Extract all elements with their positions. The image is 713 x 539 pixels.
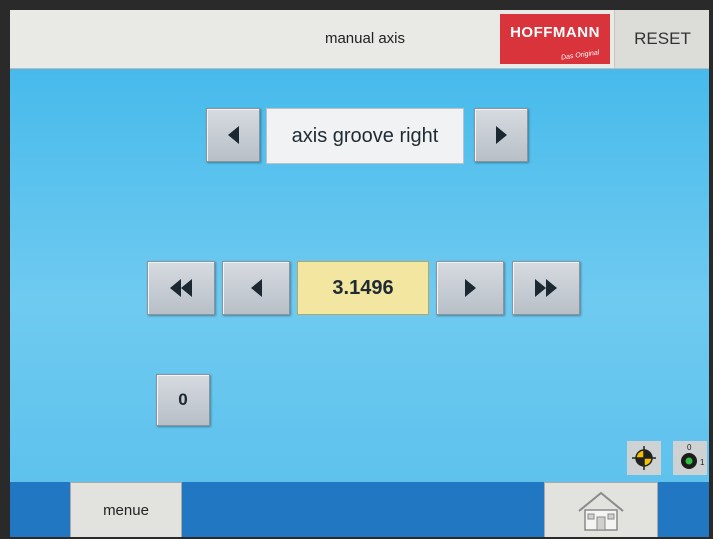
right-triangle-icon — [495, 126, 507, 144]
reset-button[interactable]: RESET — [614, 10, 709, 68]
machine-screen: manual axis HOFFMANN Das Original RESET … — [10, 10, 709, 537]
logo-tagline: Das Original — [561, 49, 601, 62]
reference-target-icon[interactable] — [627, 441, 661, 475]
left-triangle-icon — [250, 279, 262, 297]
page-title: manual axis — [324, 30, 406, 47]
jog-fast-forward-button[interactable] — [512, 261, 580, 315]
logo-name: HOFFMANN — [510, 24, 600, 41]
double-left-triangle-icon — [170, 279, 192, 297]
hoffmann-logo: HOFFMANN Das Original — [500, 14, 610, 64]
right-triangle-icon — [464, 279, 476, 297]
zero-button[interactable]: 0 — [156, 374, 210, 426]
jog-fast-back-button[interactable] — [147, 261, 215, 315]
tool-indicator-icon[interactable]: 0 1 — [673, 441, 707, 475]
double-right-triangle-icon — [535, 279, 557, 297]
tool-label-top: 0 — [687, 443, 692, 452]
axis-prev-button[interactable] — [206, 108, 260, 162]
house-icon — [578, 491, 624, 531]
jog-back-button[interactable] — [222, 261, 290, 315]
axis-next-button[interactable] — [474, 108, 528, 162]
top-bar: manual axis HOFFMANN Das Original RESET — [10, 10, 709, 69]
menu-button[interactable]: menue — [70, 482, 182, 537]
position-value: 3.1496 — [297, 261, 429, 315]
jog-forward-button[interactable] — [436, 261, 504, 315]
axis-name-display: axis groove right — [266, 108, 464, 164]
left-triangle-icon — [227, 126, 239, 144]
home-button[interactable] — [544, 482, 658, 537]
tool-label-right: 1 — [700, 458, 705, 467]
